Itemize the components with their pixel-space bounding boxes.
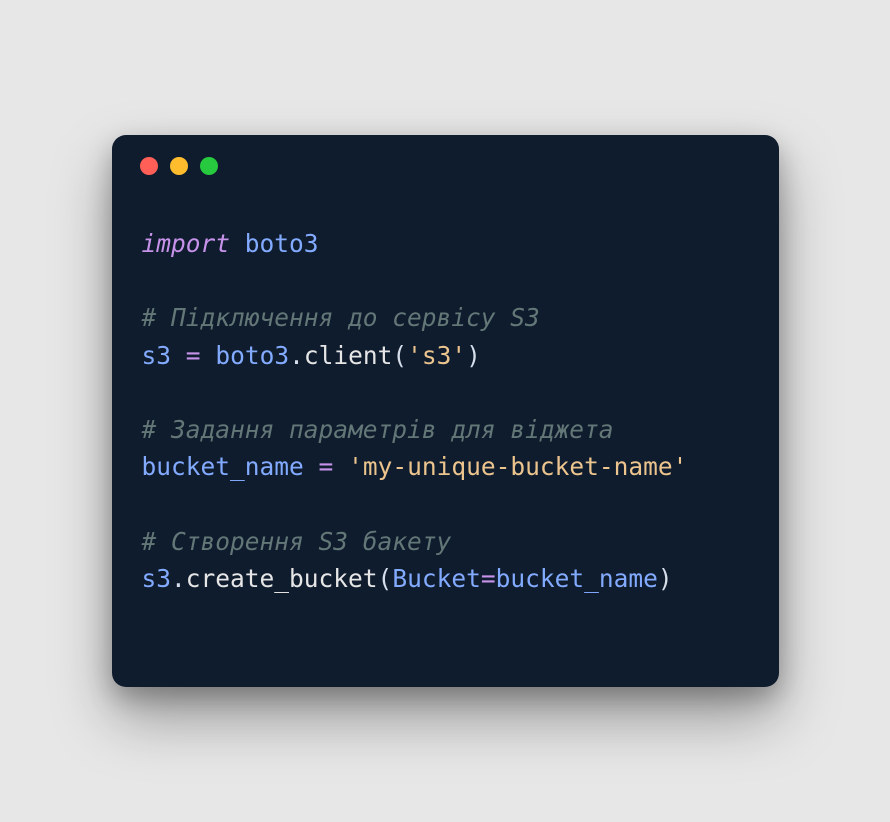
function-call: create_bucket <box>186 564 378 593</box>
string-literal: 's3' <box>407 341 466 370</box>
variable: s3 <box>142 341 172 370</box>
code-block: import boto3 # Підключення до сервісу S3… <box>112 175 779 687</box>
punct-dot: . <box>171 564 186 593</box>
operator: = <box>481 564 496 593</box>
string-literal: 'my-unique-bucket-name' <box>348 452 687 481</box>
punct-lparen: ( <box>392 341 407 370</box>
maximize-icon[interactable] <box>200 157 218 175</box>
module-ref: boto3 <box>215 341 289 370</box>
variable: s3 <box>142 564 172 593</box>
punct-dot: . <box>289 341 304 370</box>
argument: bucket_name <box>496 564 658 593</box>
operator: = <box>319 452 334 481</box>
operator: = <box>186 341 201 370</box>
code-window: import boto3 # Підключення до сервісу S3… <box>112 135 779 687</box>
comment: # Підключення до сервісу S3 <box>142 303 540 332</box>
minimize-icon[interactable] <box>170 157 188 175</box>
module-name: boto3 <box>245 229 319 258</box>
punct-rparen: ) <box>466 341 481 370</box>
comment: # Задання параметрів для віджета <box>142 415 614 444</box>
punct-rparen: ) <box>658 564 673 593</box>
keyword-import: import <box>142 229 231 258</box>
function-call: client <box>304 341 393 370</box>
comment: # Створення S3 бакету <box>142 527 452 556</box>
close-icon[interactable] <box>140 157 158 175</box>
variable: bucket_name <box>142 452 304 481</box>
punct-lparen: ( <box>378 564 393 593</box>
parameter-name: Bucket <box>392 564 481 593</box>
window-title-bar <box>112 135 779 175</box>
